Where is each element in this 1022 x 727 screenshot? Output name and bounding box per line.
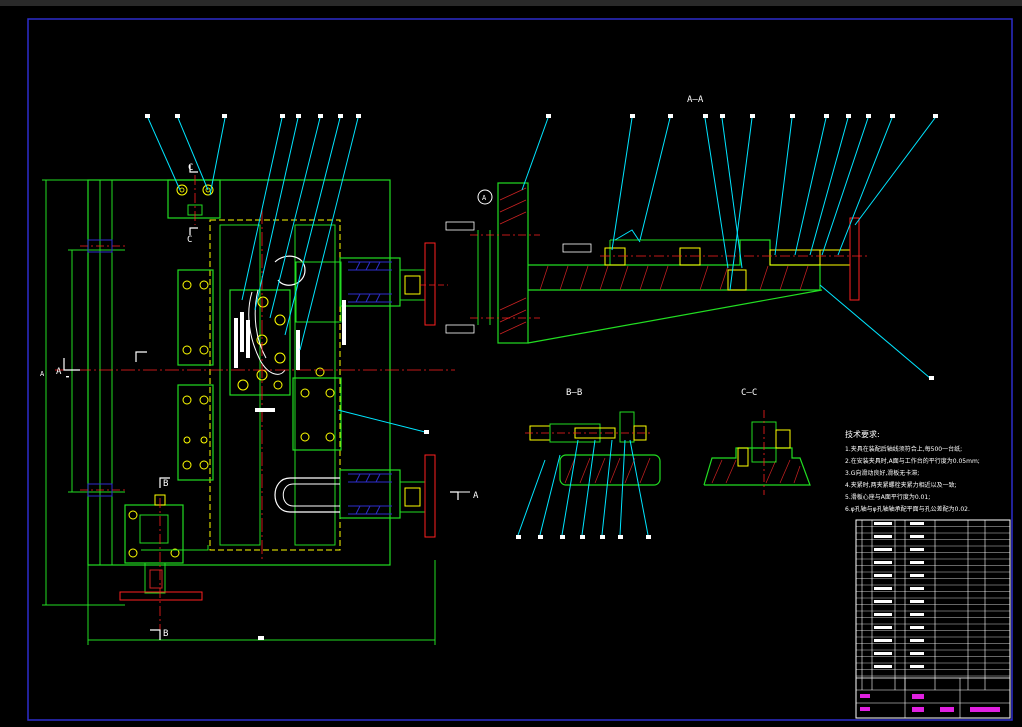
parts-list-table (855, 519, 1011, 719)
tech-req-item: 2.在安装夹具时,A面与工作台的平行度为0.05mm; (845, 457, 980, 465)
main-plan-view: A ▬ (40, 114, 470, 645)
tech-req-item: 6.φ孔轴与φ孔轴轴承配平面与孔公差配为0.02. (845, 505, 970, 513)
parts-list-cell-mark (874, 652, 892, 655)
section-letter-a-right: A (473, 491, 479, 501)
parts-list-cell-mark (910, 574, 924, 577)
parts-list-cell-mark (910, 561, 924, 564)
drawing-canvas[interactable]: A ▬ C C A A B B A—A A B—B C—C 技术要求: 1.夹具… (0, 0, 1022, 727)
section-letter-c-top: C (188, 163, 193, 173)
parts-list-cell-mark (874, 613, 892, 616)
parts-list-cell-mark (874, 665, 892, 668)
parts-list-cell-mark (874, 561, 892, 564)
tech-requirements: 技术要求: 1.夹具在装配后轴线须符合上,每500一台纸; 2.在安装夹具时,A… (845, 429, 980, 513)
parts-list-cell-mark (874, 522, 892, 525)
tech-req-item: 5.滑板心座与A面平行度为0.01; (845, 493, 930, 501)
svg-text:A: A (482, 194, 487, 202)
view-title-bb: B—B (566, 388, 582, 398)
view-title-cc: C—C (741, 388, 757, 398)
parts-list-cell-mark (910, 548, 924, 551)
tech-req-item: 1.夹具在装配后轴线须符合上,每500一台纸; (845, 445, 962, 453)
view-title-aa: A—A (687, 95, 704, 105)
section-view-cc (703, 410, 811, 495)
tech-requirements-title: 技术要求: (845, 429, 880, 439)
parts-list-cell-mark (874, 535, 892, 538)
parts-list-cell-mark (910, 613, 924, 616)
cad-drawing-window: A ▬ C C A A B B A—A A B—B C—C 技术要求: 1.夹具… (0, 0, 1022, 727)
parts-list-cell-mark (910, 639, 924, 642)
svg-text:▬: ▬ (66, 374, 69, 380)
tech-req-item: 4.夹紧时,两夹紧螺栓夹紧力相近以及一致; (845, 481, 957, 489)
parts-list-cell-mark (910, 535, 924, 538)
parts-list-cell-mark (910, 522, 924, 525)
parts-list-cell-mark (910, 626, 924, 629)
section-view-aa: A (445, 114, 938, 380)
parts-list-cell-mark (910, 587, 924, 590)
parts-list-cell-mark (910, 652, 924, 655)
parts-list-cell-mark (874, 574, 892, 577)
section-letter-c-bottom: C (187, 235, 192, 245)
parts-list-cell-mark (874, 587, 892, 590)
section-view-bb (516, 411, 661, 539)
parts-list-cell-mark (874, 600, 892, 603)
parts-list-cell-mark (874, 626, 892, 629)
parts-list-cell-mark (874, 639, 892, 642)
parts-list-cell-mark (874, 548, 892, 551)
parts-list-cell-mark (910, 665, 924, 668)
section-letter-b-top: B (163, 479, 168, 489)
parts-list-cell-mark (910, 600, 924, 603)
section-letter-b-bottom: B (163, 629, 168, 639)
section-letter-a-left: A (56, 367, 62, 377)
svg-text:A: A (40, 370, 45, 378)
sheet-border (27, 18, 1013, 721)
tech-req-item: 3.G向滑动良好,滑板无卡滞; (845, 469, 919, 477)
